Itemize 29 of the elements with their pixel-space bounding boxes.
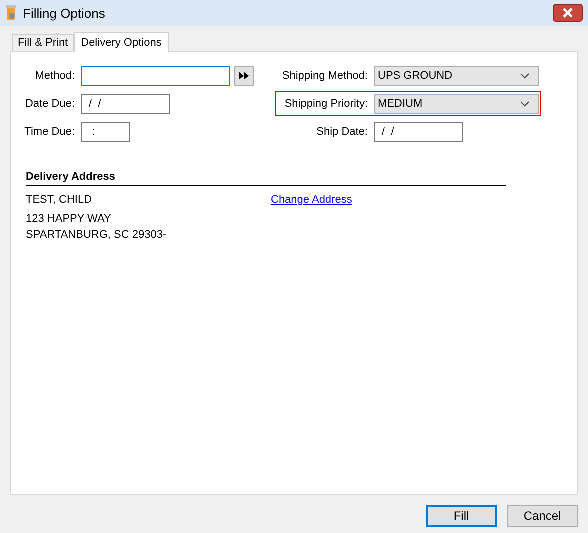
change-address-link[interactable]: Change Address [271, 194, 352, 206]
chevron-down-icon [520, 100, 530, 106]
field-label: Time Due: [24, 126, 75, 138]
tab[interactable]: Fill & Print [12, 34, 74, 51]
input-field[interactable]: / / [374, 122, 463, 142]
input-field[interactable] [81, 66, 230, 86]
cancel-button[interactable]: Cancel [507, 505, 578, 527]
address-line: 123 HAPPY WAY [26, 213, 112, 225]
address-line: SPARTANBURG, SC 29303- [26, 229, 168, 241]
tab[interactable]: Delivery Options [74, 32, 169, 52]
window-title: Filling Options [23, 6, 106, 20]
address-name: TEST, CHILD [26, 194, 94, 206]
close-icon [562, 8, 574, 18]
fill-button[interactable]: Fill [426, 505, 497, 527]
double-arrow-icon [239, 72, 249, 80]
bottle-icon [5, 5, 17, 21]
field-label: Shipping Priority: [284, 98, 368, 110]
field-label: Method: [34, 70, 75, 82]
input-field[interactable]: / / [81, 94, 170, 114]
section-heading: Delivery Address [26, 171, 506, 186]
input-field[interactable]: : [81, 122, 130, 142]
chevron-down-icon [520, 72, 530, 78]
forward-button[interactable] [234, 66, 254, 86]
field-label: Date Due: [24, 98, 75, 110]
field-label: Ship Date: [316, 126, 368, 138]
close-button[interactable] [553, 4, 583, 22]
dropdown[interactable]: MEDIUM [374, 94, 539, 114]
field-label: Shipping Method: [281, 70, 368, 82]
dropdown[interactable]: UPS GROUND [374, 66, 539, 86]
